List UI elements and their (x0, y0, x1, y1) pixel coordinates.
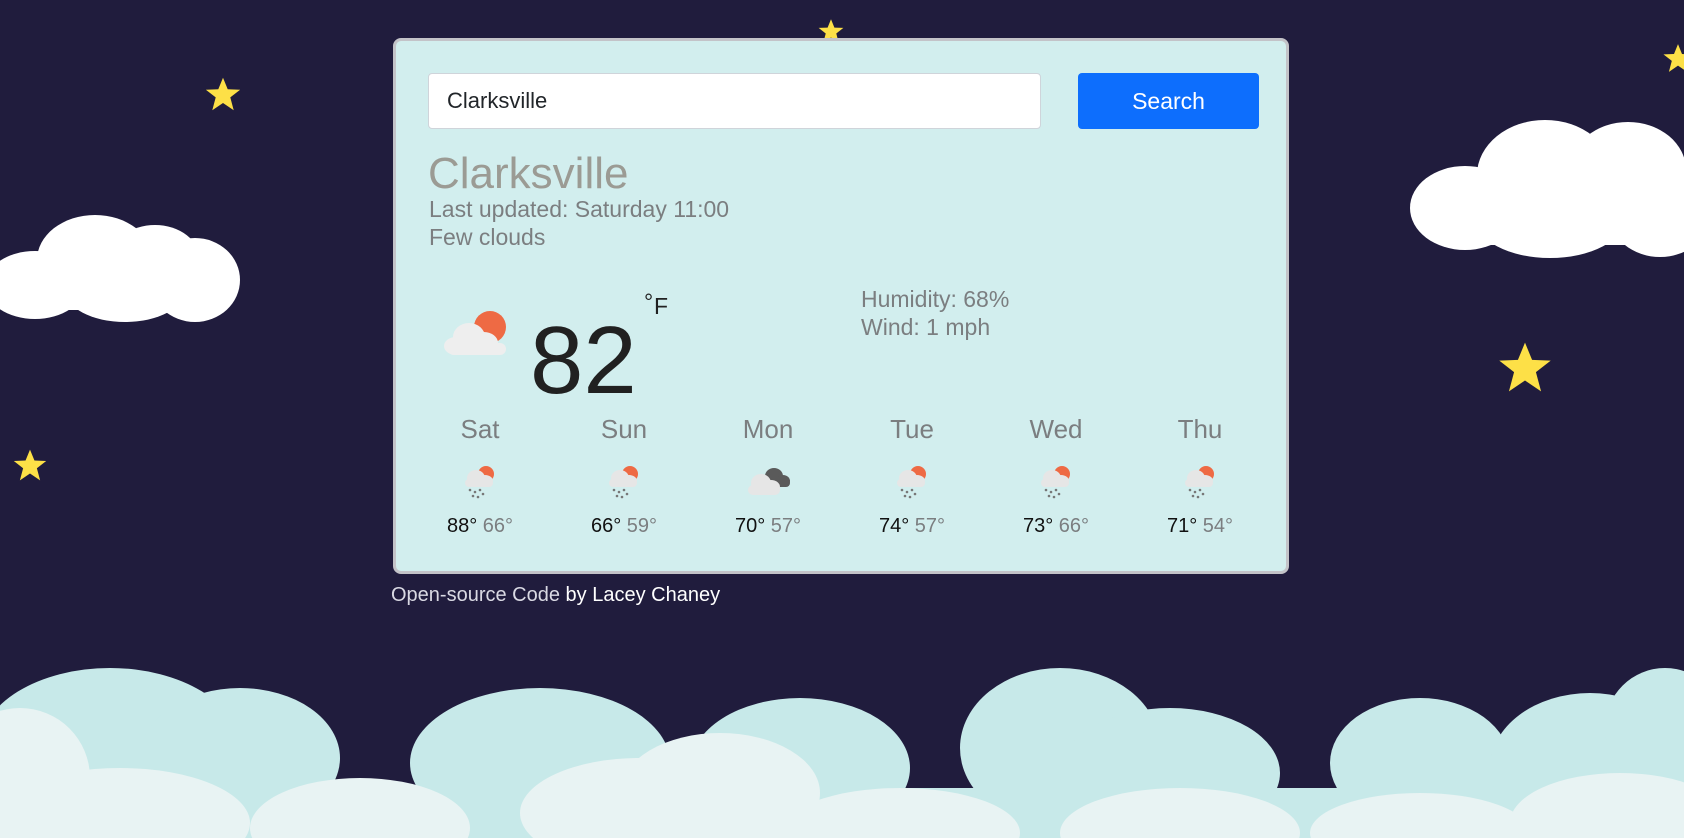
forecast-max-temp: 66° (590, 515, 622, 537)
forecast-day: Thu 71° 54° (1135, 411, 1265, 538)
forecast-temps: 88° 66° (415, 515, 545, 538)
few-clouds-day-icon (444, 311, 506, 355)
forecast-day: Sat 88° 66° (415, 411, 545, 538)
forecast-temps: 71° 54° (1135, 515, 1265, 538)
forecast-min-temp: 57° (914, 515, 946, 537)
forecast-temps: 66° 59° (559, 515, 689, 538)
forecast-day: Tue 74° 57° (847, 411, 977, 538)
cloud-icon (1410, 120, 1684, 258)
rain-sun-icon (897, 466, 926, 499)
author-link[interactable]: Lacey Chaney (592, 584, 720, 606)
last-updated: Last updated: Saturday 11:00 (429, 196, 730, 222)
footer-by-text: by (559, 584, 593, 606)
search-button[interactable]: Search (1078, 73, 1259, 129)
city-name: Clarksville (428, 149, 629, 198)
star-icon (13, 449, 47, 481)
star-icon (1663, 44, 1684, 72)
weather-description: Few clouds (429, 224, 546, 250)
forecast-max-temp: 88° (446, 515, 478, 537)
weather-card: Search Clarksville Last updated: Saturda… (393, 38, 1289, 574)
rain-sun-icon (465, 466, 494, 499)
forecast-row: Sat 88° 66° Sun 66° 59° Mon 70° 57° Tue … (396, 411, 1292, 541)
weather-details: Humidity: 68% Wind: 1 mph (861, 285, 1009, 341)
rain-sun-icon (1185, 466, 1214, 499)
forecast-temps: 70° 57° (703, 515, 833, 538)
footer: Open-source Code by Lacey Chaney (391, 584, 720, 607)
forecast-day-name: Thu (1177, 414, 1223, 444)
forecast-max-temp: 71° (1166, 515, 1198, 537)
wind-speed: Wind: 1 mph (861, 314, 991, 340)
forecast-day-name: Wed (1029, 414, 1083, 444)
forecast-day: Wed 73° 66° (991, 411, 1121, 538)
star-icon (205, 77, 241, 111)
rain-sun-icon (1041, 466, 1070, 499)
ground-clouds-decoration (0, 668, 1684, 838)
forecast-min-temp: 66° (1058, 515, 1090, 537)
rain-sun-icon (609, 466, 638, 499)
humidity: Humidity: 68% (861, 286, 1010, 312)
city-search-input[interactable] (428, 73, 1041, 129)
star-icon (1499, 342, 1551, 392)
forecast-day-name: Tue (890, 414, 934, 444)
forecast-temps: 74° 57° (847, 515, 977, 538)
open-source-code-link[interactable]: Open-source Code (391, 584, 560, 606)
cloudy-icon (748, 468, 790, 495)
forecast-max-temp: 74° (878, 515, 910, 537)
current-temperature: 82 (530, 307, 637, 414)
forecast-day-name: Mon (742, 414, 794, 444)
forecast-min-temp: 57° (770, 515, 802, 537)
forecast-max-temp: 70° (734, 515, 766, 537)
fahrenheit-unit: F (654, 293, 669, 319)
forecast-min-temp: 66° (482, 515, 514, 537)
forecast-temps: 73° 66° (991, 515, 1121, 538)
forecast-max-temp: 73° (1022, 515, 1054, 537)
forecast-min-temp: 59° (626, 515, 658, 537)
forecast-day: Sun 66° 59° (559, 411, 689, 538)
forecast-min-temp: 54° (1202, 515, 1234, 537)
forecast-day-name: Sat (460, 414, 500, 444)
cloud-icon (0, 215, 240, 322)
degree-symbol: ° (644, 289, 654, 315)
forecast-day-name: Sun (600, 414, 648, 444)
forecast-day: Mon 70° 57° (703, 411, 833, 538)
